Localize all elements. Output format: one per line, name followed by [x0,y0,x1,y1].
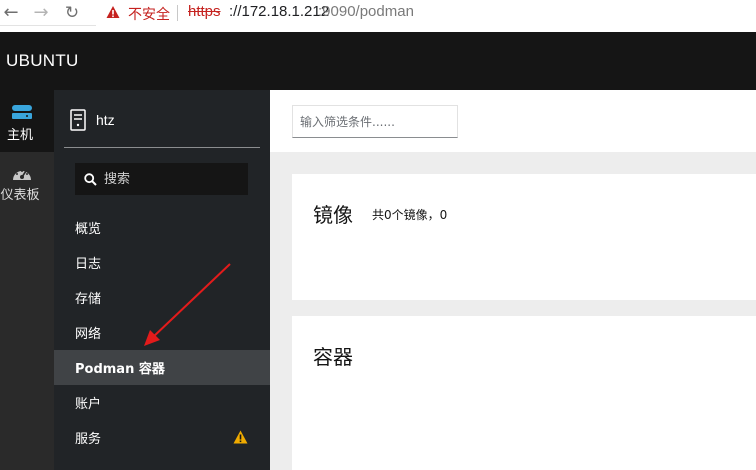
nav-item-services[interactable]: 服务 [54,420,270,455]
nav-item-accounts[interactable]: 账户 [54,385,270,420]
images-count-subtitle: 共0个镜像，0 [372,208,448,222]
warning-icon [233,430,248,444]
nav-search-input[interactable] [104,169,244,189]
rail-item-label: 主机 [6,128,33,143]
images-card: 镜像 共0个镜像，0 [292,174,756,300]
nav-item-label: 日志 [75,257,102,272]
rail-item-dashboard[interactable]: 仪表板 [0,152,54,214]
back-arrow-icon[interactable]: ← [0,2,22,24]
nav-item-label: 存储 [75,292,102,307]
nav-item-overview[interactable]: 概览 [54,210,270,245]
containers-card-title: 容器 [313,345,353,369]
browser-toolbar: ← → ↻ 不安全 https ://172.18.1.212 :9090/po… [0,0,756,26]
nav-item-label: Podman 容器 [75,362,165,377]
url-scheme: https [188,3,221,20]
nav-item-podman-containers[interactable]: Podman 容器 [54,350,270,385]
forward-arrow-icon[interactable]: → [30,2,52,24]
nav-item-label: 网络 [75,327,102,342]
containers-card: 容器 [292,316,756,470]
main-content: 镜像 共0个镜像，0 容器 [270,90,756,470]
filter-input[interactable] [292,105,458,138]
url-path: :9090/podman [318,3,414,20]
dashboard-icon [13,170,31,180]
nav-item-logs[interactable]: 日志 [54,245,270,280]
images-card-title: 镜像 [313,203,353,227]
search-icon [84,173,97,186]
host-switcher[interactable]: htz [64,106,260,148]
server-stack-icon [12,105,32,119]
rail-item-label: 仪表板 [0,188,40,203]
navigation-panel: htz 概览 日志 存储 网络 Podman 容器 账户 服务 [54,90,270,470]
nav-item-storage[interactable]: 存储 [54,280,270,315]
reload-icon[interactable]: ↻ [61,2,83,24]
nav-item-networking[interactable]: 网络 [54,315,270,350]
brand-title: UBUNTU [6,51,79,70]
nav-item-label: 账户 [75,397,102,412]
url-separator [177,5,178,21]
server-icon [70,109,86,131]
nav-item-label: 服务 [75,432,102,447]
nav-item-label: 概览 [75,222,102,237]
icon-rail: 主机 仪表板 [0,90,54,470]
filter-toolbar [270,90,756,152]
url-host: ://172.18.1.212 [229,3,330,20]
security-status-label[interactable]: 不安全 [128,4,170,24]
nav-list: 概览 日志 存储 网络 Podman 容器 账户 服务 [54,210,270,455]
app-header: UBUNTU [0,32,756,90]
host-name: htz [96,112,115,128]
address-bar[interactable]: 不安全 https ://172.18.1.212 :9090/podman [96,0,756,26]
insecure-warning-icon [106,6,120,18]
rail-item-host[interactable]: 主机 [0,90,54,152]
nav-search-box[interactable] [75,163,248,195]
